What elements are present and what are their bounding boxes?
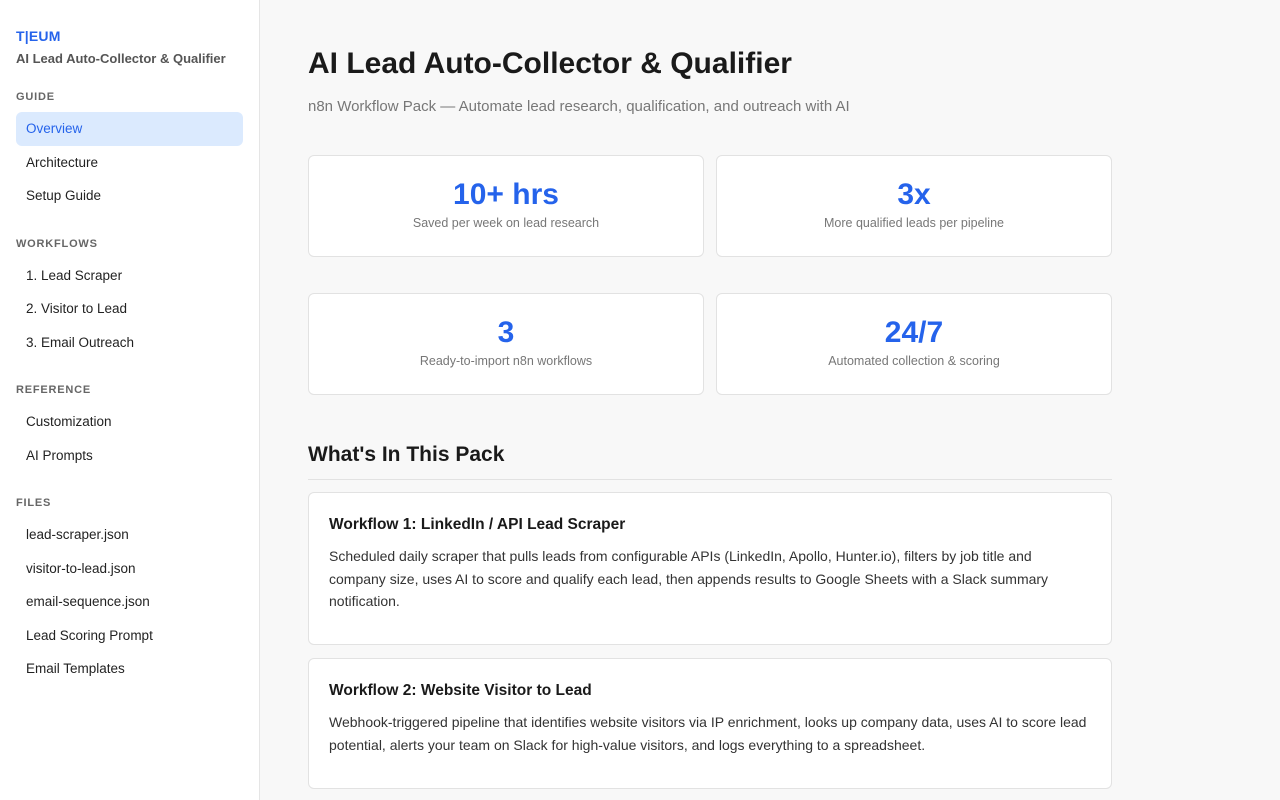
sidebar-item-email-outreach[interactable]: 3. Email Outreach [16,326,243,360]
sidebar-item-visitor-to-lead[interactable]: 2. Visitor to Lead [16,292,243,326]
workflow-description: Webhook-triggered pipeline that identifi… [329,714,1087,753]
section-title: What's In This Pack [308,442,1112,480]
stat-value: 24/7 [884,316,944,349]
sidebar-item-overview[interactable]: Overview [16,112,243,146]
sidebar-item-email-sequence-json[interactable]: email-sequence.json [16,585,243,619]
app-root: T|EUM AI Lead Auto-Collector & Qualifier… [0,0,1280,800]
workflow-description: Scheduled daily scraper that pulls leads… [329,548,1049,609]
workflow-card: Workflow 1: LinkedIn / API Lead Scraper … [308,492,1112,645]
sidebar-item-email-templates[interactable]: Email Templates [16,652,243,686]
stat-card: 24/7 Automated collection & scoring [716,293,1112,395]
nav-section-reference: REFERENCE [16,384,92,396]
stat-label: Saved per week on lead research [412,216,600,230]
stat-value: 3x [897,178,931,211]
sidebar: T|EUM AI Lead Auto-Collector & Qualifier… [0,0,260,800]
stat-card: 3x More qualified leads per pipeline [716,155,1112,257]
nav-section-guide: GUIDE [16,91,55,103]
stat-value: 3 [497,316,515,349]
nav-section-workflows: WORKFLOWS [16,237,98,250]
sidebar-item-lead-scraper[interactable]: 1. Lead Scraper [16,259,243,293]
stat-label: Automated collection & scoring [828,354,1000,368]
sidebar-item-architecture[interactable]: Architecture [16,146,243,180]
main-content: AI Lead Auto-Collector & Qualifier n8n W… [260,0,1280,800]
sidebar-item-customization[interactable]: Customization [16,405,243,439]
stat-card: 3 Ready-to-import n8n workflows [308,293,704,395]
sidebar-item-lead-scraper-json[interactable]: lead-scraper.json [16,518,243,552]
stats-grid: 10+ hrs Saved per week on lead research … [308,155,1112,395]
stat-card: 10+ hrs Saved per week on lead research [308,155,704,257]
workflow-card: Workflow 2: Website Visitor to Lead Webh… [308,658,1112,789]
page-title: AI Lead Auto-Collector & Qualifier [308,47,792,80]
page-subtitle: n8n Workflow Pack — Automate lead resear… [308,98,850,115]
sidebar-item-setup-guide[interactable]: Setup Guide [16,179,243,213]
stat-label: More qualified leads per pipeline [824,216,1004,230]
sidebar-item-lead-scoring-prompt[interactable]: Lead Scoring Prompt [16,619,243,653]
brand-logo[interactable]: T|EUM [16,26,243,46]
stat-value: 10+ hrs [453,178,559,211]
workflow-title: Workflow 1: LinkedIn / API Lead Scraper [329,516,626,533]
sidebar-item-visitor-to-lead-json[interactable]: visitor-to-lead.json [16,552,243,586]
brand-title: AI Lead Auto-Collector & Qualifier [16,51,226,66]
nav-section-files: FILES [16,497,52,509]
sidebar-item-ai-prompts[interactable]: AI Prompts [16,439,243,473]
stat-label: Ready-to-import n8n workflows [419,354,593,368]
workflow-title: Workflow 2: Website Visitor to Lead [329,682,592,699]
